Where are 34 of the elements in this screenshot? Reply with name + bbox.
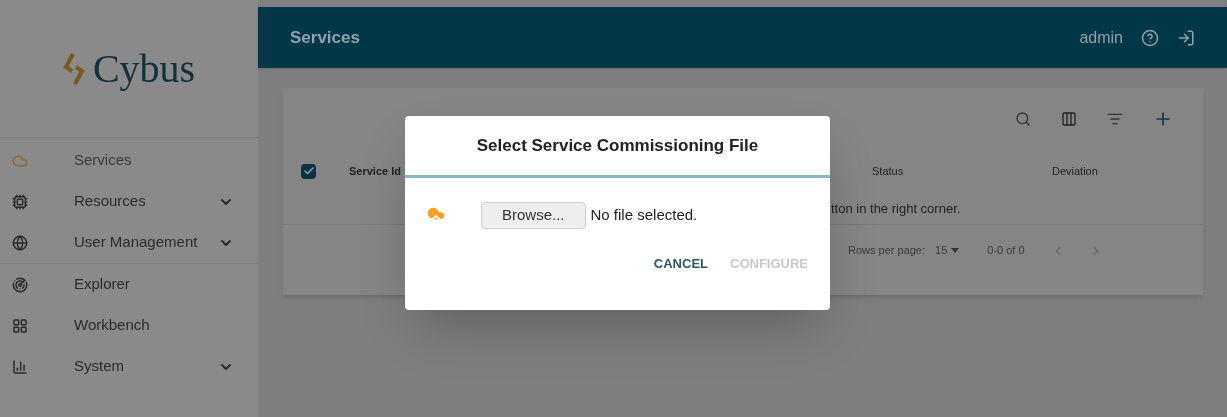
check-icon: [302, 165, 315, 177]
column-header[interactable]: Status: [872, 162, 942, 180]
filter-icon[interactable]: [1107, 111, 1123, 127]
logout-icon[interactable]: [1177, 28, 1195, 47]
logo-icon: [62, 51, 85, 86]
dialog-button[interactable]: CANCEL: [645, 248, 716, 280]
help-icon[interactable]: [1141, 28, 1159, 47]
chip-icon: [12, 193, 28, 210]
rows-per-page-label: Rows per page:: [848, 243, 926, 259]
columns-icon[interactable]: [1061, 111, 1077, 127]
sidebar-item[interactable]: Resources: [0, 181, 258, 222]
sidebar-item[interactable]: Workbench: [0, 305, 258, 346]
globe-icon: [12, 234, 28, 251]
logo-text: Cybus: [92, 44, 196, 93]
grid-icon: [12, 317, 28, 334]
dropdown-caret-icon: [951, 248, 960, 253]
column-header[interactable]: Service Id: [349, 162, 401, 180]
sidebar-item[interactable]: Explorer: [0, 264, 258, 305]
page-range: 0-0 of 0: [987, 243, 1025, 259]
empty-message: tton in the right corner.: [831, 200, 961, 219]
search-icon[interactable]: [1015, 111, 1031, 127]
sidebar-item[interactable]: System: [0, 346, 258, 387]
radar-icon: [12, 276, 28, 293]
page-title: Services: [290, 26, 361, 49]
rows-per-page-select[interactable]: 15: [935, 242, 960, 259]
sidebar-item[interactable]: Services: [0, 140, 258, 181]
browse-button[interactable]: Browse...: [481, 201, 586, 229]
user-name: admin: [1079, 27, 1123, 48]
sidebar-item[interactable]: User Management: [0, 222, 258, 263]
bar-chart-icon: [12, 358, 28, 375]
dialog-title: Select Service Commissioning File: [476, 134, 759, 157]
column-header[interactable]: Deviation: [1052, 162, 1098, 180]
file-status: No file selected.: [590, 204, 698, 225]
select-all-checkbox[interactable]: [301, 163, 316, 179]
